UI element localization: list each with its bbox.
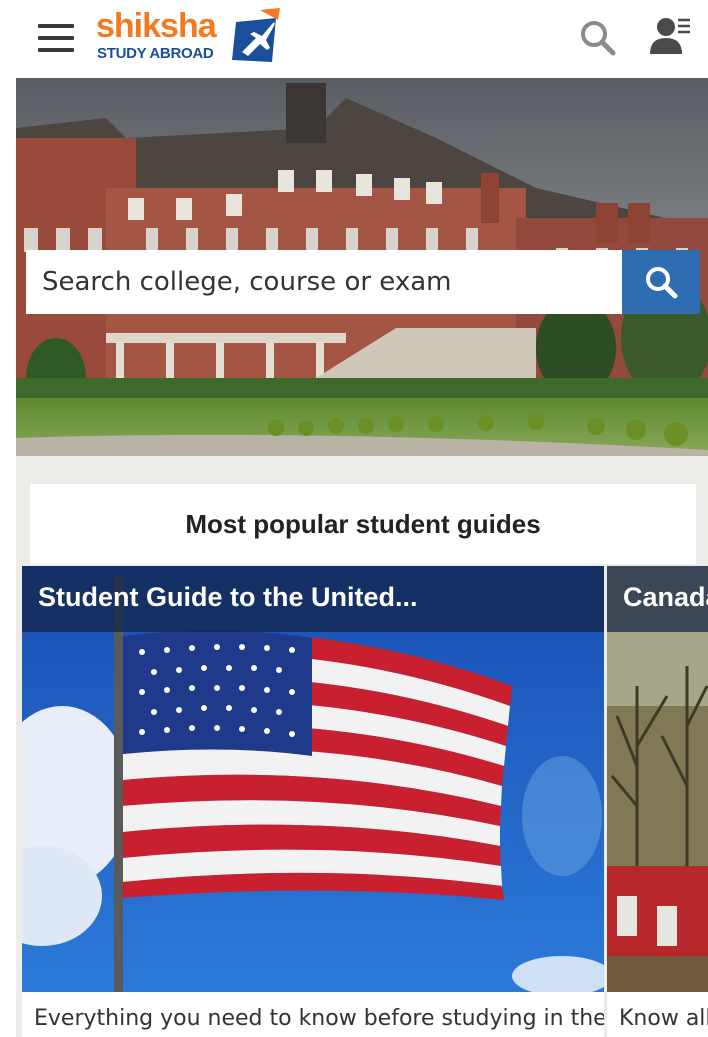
search-submit-button[interactable] (622, 250, 700, 314)
search-input[interactable] (26, 250, 622, 314)
airplane-logo-icon (232, 8, 280, 62)
app-header: shiksha STUDY ABROAD (0, 0, 708, 78)
logo-subtext: STUDY ABROAD (97, 45, 214, 62)
card-title-bar: Student Guide to the United... (22, 566, 604, 632)
card-title: Canada (623, 582, 708, 612)
search-bar (26, 250, 700, 314)
guide-card-canada[interactable]: Canada Know all (607, 566, 708, 1037)
guide-card-usa[interactable]: Student Guide to the United... Everythin… (22, 566, 604, 1037)
guides-header: Most popular student guides (30, 484, 696, 564)
card-description: Know all (619, 1006, 708, 1031)
user-menu-icon[interactable] (648, 14, 692, 60)
shiksha-logo[interactable]: shiksha STUDY ABROAD (96, 6, 282, 66)
card-description: Everything you need to know before study… (34, 1006, 604, 1031)
card-title: Student Guide to the United... (38, 582, 418, 612)
section-title: Most popular student guides (185, 508, 541, 539)
search-icon[interactable] (578, 18, 618, 58)
menu-icon[interactable] (38, 24, 74, 52)
card-title-bar: Canada (607, 566, 708, 632)
logo-text: shiksha (96, 7, 217, 45)
search-icon (646, 267, 678, 299)
